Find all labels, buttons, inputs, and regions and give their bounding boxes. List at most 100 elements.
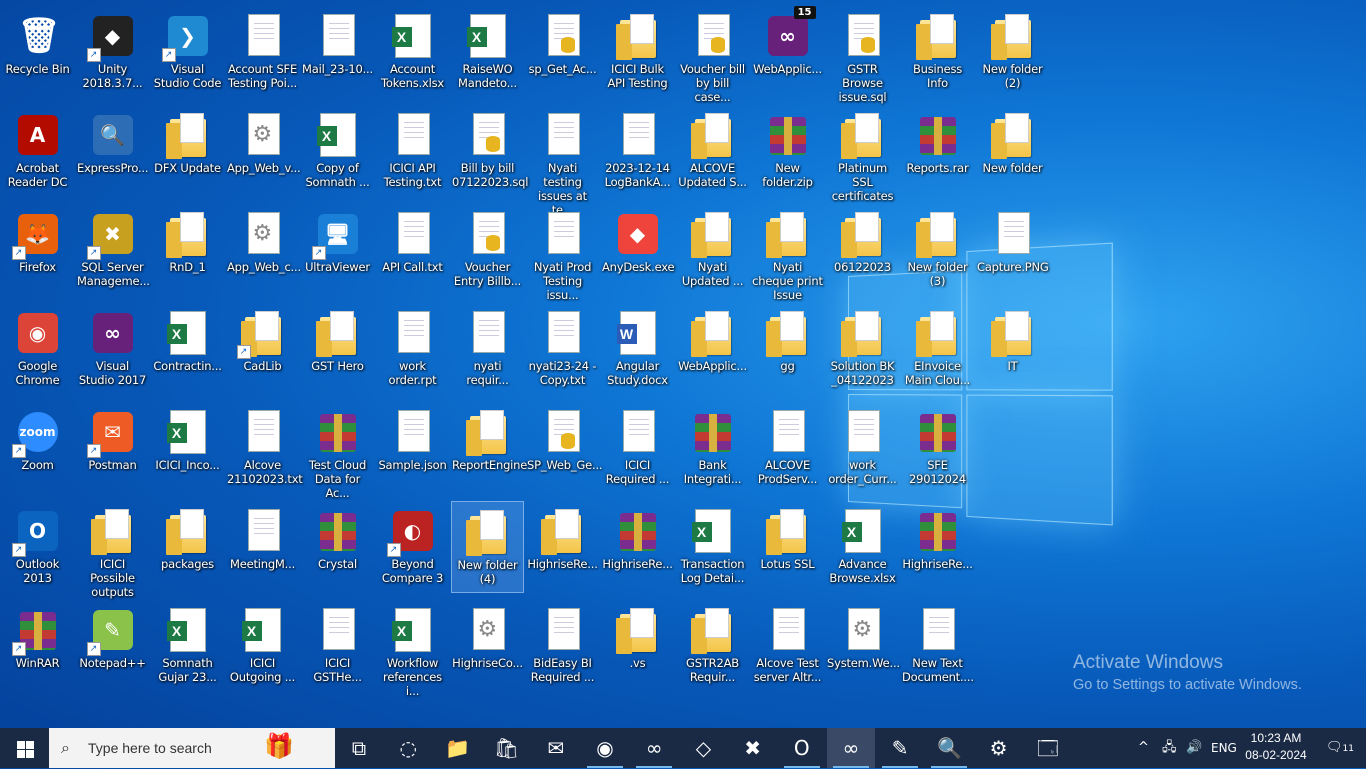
taskbar-app-network-tool[interactable]: ⚙ bbox=[975, 728, 1023, 768]
desktop-icon[interactable]: WebApplic... bbox=[676, 303, 749, 395]
desktop-icon[interactable]: Test Cloud Data for Ac... bbox=[301, 402, 374, 494]
desktop-icon[interactable]: sp_Get_Ac... bbox=[526, 6, 599, 98]
desktop-icon[interactable]: DFX Update bbox=[151, 105, 224, 197]
desktop-icon[interactable]: ICICI Required ... bbox=[601, 402, 674, 494]
desktop-icon[interactable]: Bank Integrati... bbox=[676, 402, 749, 494]
desktop-icon[interactable]: Voucher bill by bill case... bbox=[676, 6, 749, 98]
desktop-icon[interactable]: ◐ ↗ Beyond Compare 3 bbox=[376, 501, 449, 593]
desktop-icon[interactable]: HighriseCo... bbox=[451, 600, 524, 692]
desktop-icon[interactable]: Alcove 21102023.txt bbox=[226, 402, 299, 494]
desktop-icon[interactable]: gg bbox=[751, 303, 824, 395]
desktop-icon[interactable]: SFE 29012024 bbox=[901, 402, 974, 494]
desktop-icon[interactable]: Platinum SSL certificates bbox=[826, 105, 899, 197]
desktop-icon[interactable]: X Contractin... bbox=[151, 303, 224, 395]
desktop[interactable]: 🗑 Recycle Bin ◆ ↗ Unity 2018.3.7... ❯ ↗ Visual … bbox=[0, 0, 1366, 728]
desktop-icon[interactable]: Mail_23-10... bbox=[301, 6, 374, 98]
taskbar-app-chrome[interactable]: ◉ bbox=[581, 728, 629, 768]
taskbar-app-sql-express[interactable]: 🔍 bbox=[925, 728, 973, 768]
desktop-icon[interactable]: GSTR2AB Requir... bbox=[676, 600, 749, 692]
desktop-icon[interactable]: X Transaction Log Detai... bbox=[676, 501, 749, 593]
desktop-icon[interactable]: X Advance Browse.xlsx bbox=[826, 501, 899, 593]
desktop-icon[interactable]: Sample.json bbox=[376, 402, 449, 494]
desktop-icon[interactable]: 🦊 ↗ Firefox bbox=[1, 204, 74, 296]
desktop-icon[interactable]: 🖥 ↗ UltraViewer bbox=[301, 204, 374, 296]
desktop-icon[interactable]: Crystal bbox=[301, 501, 374, 593]
desktop-icon[interactable]: X Account Tokens.xlsx bbox=[376, 6, 449, 98]
desktop-icon[interactable]: ReportEngine bbox=[451, 402, 524, 494]
desktop-icon[interactable]: HighriseRe... bbox=[901, 501, 974, 593]
taskbar-app-microsoft-store[interactable]: 🛍 bbox=[483, 728, 531, 768]
desktop-icon[interactable]: HighriseRe... bbox=[526, 501, 599, 593]
desktop-icon[interactable]: New Text Document.... bbox=[901, 600, 974, 692]
desktop-icon[interactable]: GSTR Browse issue.sql bbox=[826, 6, 899, 98]
taskbar-app-task-view[interactable]: ⧉ bbox=[335, 728, 383, 768]
desktop-icon[interactable]: Capture.PNG bbox=[976, 204, 1049, 296]
taskbar-app-mail[interactable]: ✉ bbox=[532, 728, 580, 768]
desktop-icon[interactable]: X Workflow references i... bbox=[376, 600, 449, 692]
taskbar-app-file-explorer[interactable]: 📁 bbox=[433, 728, 481, 768]
desktop-icon[interactable]: ◆ AnyDesk.exe bbox=[601, 204, 674, 296]
desktop-icon[interactable]: ∞ Visual Studio 2017 bbox=[76, 303, 149, 395]
desktop-icon[interactable]: RnD_1 bbox=[151, 204, 224, 296]
desktop-icon[interactable]: App_Web_c... bbox=[226, 204, 299, 296]
desktop-icon[interactable]: Nyati cheque print Issue bbox=[751, 204, 824, 296]
desktop-icon[interactable]: New folder (2) bbox=[976, 6, 1049, 98]
desktop-icon[interactable]: Nyati Prod Testing issu... bbox=[526, 204, 599, 296]
network-icon[interactable]: 🖧 bbox=[1162, 728, 1182, 768]
desktop-icon[interactable]: Bill by bill 07122023.sql bbox=[451, 105, 524, 197]
desktop-icon[interactable]: X ICICI_Inco... bbox=[151, 402, 224, 494]
desktop-icon[interactable]: ✎ ↗ Notepad++ bbox=[76, 600, 149, 692]
taskbar-app-remote-desktop[interactable]: 🗔 bbox=[1024, 728, 1072, 768]
desktop-icon[interactable]: work order_Curr... bbox=[826, 402, 899, 494]
desktop-icon[interactable]: 🗑 Recycle Bin bbox=[1, 6, 74, 98]
desktop-icon[interactable]: API Call.txt bbox=[376, 204, 449, 296]
desktop-icon[interactable]: MeetingM... bbox=[226, 501, 299, 593]
taskbar-app-notepad-plus-plus[interactable]: ✎ bbox=[876, 728, 924, 768]
desktop-icon[interactable]: ❯ ↗ Visual Studio Code bbox=[151, 6, 224, 98]
desktop-icon[interactable]: 06122023 bbox=[826, 204, 899, 296]
desktop-icon[interactable]: ICICI Bulk API Testing bbox=[601, 6, 674, 98]
desktop-icon[interactable]: work order.rpt bbox=[376, 303, 449, 395]
desktop-icon[interactable]: ↗ WinRAR bbox=[1, 600, 74, 692]
desktop-icon[interactable]: 🔍 ExpressPro... bbox=[76, 105, 149, 197]
desktop-icon[interactable]: ICICI GSTHe... bbox=[301, 600, 374, 692]
start-button[interactable] bbox=[0, 728, 48, 768]
desktop-icon[interactable]: GST Hero bbox=[301, 303, 374, 395]
desktop-icon[interactable]: ALCOVE Updated S... bbox=[676, 105, 749, 197]
desktop-icon[interactable]: nyati requir... bbox=[451, 303, 524, 395]
desktop-icon[interactable]: X ICICI Outgoing ... bbox=[226, 600, 299, 692]
desktop-icon[interactable]: ∞ 15 WebApplic... bbox=[751, 6, 824, 98]
desktop-icon[interactable]: packages bbox=[151, 501, 224, 593]
desktop-icon[interactable]: nyati23-24 - Copy.txt bbox=[526, 303, 599, 395]
desktop-icon[interactable]: Account SFE Testing Poi... bbox=[226, 6, 299, 98]
desktop-icon[interactable]: ✖ ↗ SQL Server Manageme... bbox=[76, 204, 149, 296]
taskbar-app-visual-studio[interactable]: ∞ bbox=[630, 728, 678, 768]
desktop-icon[interactable]: App_Web_v... bbox=[226, 105, 299, 197]
desktop-icon[interactable]: SP_Web_Ge... bbox=[526, 402, 599, 494]
desktop-icon[interactable]: ICICI API Testing.txt bbox=[376, 105, 449, 197]
desktop-icon[interactable]: Solution BK _04122023 bbox=[826, 303, 899, 395]
chevron-up-icon[interactable]: ^ bbox=[1138, 728, 1156, 768]
language-indicator[interactable]: ENG bbox=[1211, 728, 1241, 768]
desktop-icon[interactable]: .vs bbox=[601, 600, 674, 692]
desktop-icon[interactable]: New folder (4) bbox=[451, 501, 524, 593]
desktop-icon[interactable]: ↗ CadLib bbox=[226, 303, 299, 395]
desktop-icon[interactable]: X Somnath Gujar 23... bbox=[151, 600, 224, 692]
desktop-icon[interactable]: New folder bbox=[976, 105, 1049, 197]
desktop-icon[interactable]: New folder.zip bbox=[751, 105, 824, 197]
desktop-icon[interactable]: Nyati Updated ... bbox=[676, 204, 749, 296]
notification-center-button[interactable]: 🗨11 bbox=[1320, 728, 1360, 768]
desktop-icon[interactable]: X RaiseWO Mandeto... bbox=[451, 6, 524, 98]
desktop-icon[interactable]: Nyati testing issues at te... bbox=[526, 105, 599, 197]
desktop-icon[interactable]: Alcove Test server Altr... bbox=[751, 600, 824, 692]
desktop-icon[interactable]: ✉ ↗ Postman bbox=[76, 402, 149, 494]
desktop-icon[interactable]: 2023-12-14 LogBankA... bbox=[601, 105, 674, 197]
desktop-icon[interactable]: A Acrobat Reader DC bbox=[1, 105, 74, 197]
taskbar-app-sql-server[interactable]: ✖ bbox=[729, 728, 777, 768]
desktop-icon[interactable]: HighriseRe... bbox=[601, 501, 674, 593]
taskbar-app-edge[interactable]: ◌ bbox=[384, 728, 432, 768]
taskbar-search-box[interactable]: ⌕ Type here to search 🎁 bbox=[49, 728, 335, 768]
desktop-icon[interactable]: Voucher Entry Billb... bbox=[451, 204, 524, 296]
desktop-icon[interactable]: ICICI Possible outputs bbox=[76, 501, 149, 593]
desktop-icon[interactable]: BidEasy BI Required ... bbox=[526, 600, 599, 692]
